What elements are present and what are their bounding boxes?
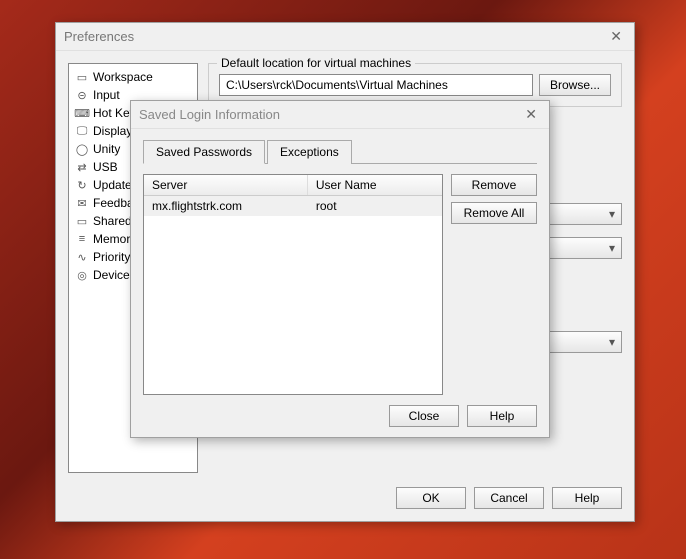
shared-icon: ▭ — [75, 214, 89, 228]
unity-icon: ◯ — [75, 142, 89, 156]
chevron-down-icon: ▾ — [609, 207, 615, 221]
saved-login-titlebar: Saved Login Information ✕ — [131, 101, 549, 129]
tab-saved-passwords[interactable]: Saved Passwords — [143, 140, 265, 164]
updates-icon: ↻ — [75, 178, 89, 192]
tree-label: Unity — [93, 142, 120, 156]
table-row[interactable]: mx.flightstrk.com root — [144, 196, 442, 216]
feedback-icon: ✉ — [75, 196, 89, 210]
tab-exceptions[interactable]: Exceptions — [267, 140, 352, 164]
dropdown[interactable]: ▾ — [542, 203, 622, 225]
dropdown[interactable]: ▾ — [542, 331, 622, 353]
close-button[interactable]: Close — [389, 405, 459, 427]
vm-location-input[interactable] — [219, 74, 533, 96]
keyboard-icon: ⌨ — [75, 106, 89, 120]
display-icon: 🖵 — [75, 124, 89, 138]
tree-label: USB — [93, 160, 118, 174]
browse-button[interactable]: Browse... — [539, 74, 611, 96]
ok-button[interactable]: OK — [396, 487, 466, 509]
help-button[interactable]: Help — [467, 405, 537, 427]
tree-label: Priority — [93, 250, 130, 264]
col-username[interactable]: User Name — [308, 175, 442, 195]
saved-login-buttons: Close Help — [143, 395, 537, 427]
tree-label: Display — [93, 124, 132, 138]
usb-icon: ⇄ — [75, 160, 89, 174]
remove-button[interactable]: Remove — [451, 174, 537, 196]
tree-item-workspace[interactable]: ▭ Workspace — [69, 68, 197, 86]
cancel-button[interactable]: Cancel — [474, 487, 544, 509]
help-button[interactable]: Help — [552, 487, 622, 509]
tree-label: Workspace — [93, 70, 153, 84]
preferences-buttons: OK Cancel Help — [68, 483, 622, 509]
priority-icon: ∿ — [75, 250, 89, 264]
devices-icon: ◎ — [75, 268, 89, 282]
input-icon: ⊝ — [75, 88, 89, 102]
tree-label: Input — [93, 88, 120, 102]
group-title: Default location for virtual machines — [217, 56, 415, 70]
saved-passwords-table: Server User Name mx.flightstrk.com root — [143, 174, 443, 395]
saved-login-window: Saved Login Information ✕ Saved Password… — [130, 100, 550, 438]
chevron-down-icon: ▾ — [609, 241, 615, 255]
memory-icon: ≡ — [75, 232, 89, 246]
close-icon[interactable]: ✕ — [521, 106, 541, 123]
tab-bar: Saved Passwords Exceptions — [143, 139, 537, 164]
cell-server: mx.flightstrk.com — [144, 196, 308, 216]
col-server[interactable]: Server — [144, 175, 308, 195]
preferences-titlebar: Preferences ✕ — [56, 23, 634, 51]
table-header: Server User Name — [144, 175, 442, 196]
close-icon[interactable]: ✕ — [606, 28, 626, 45]
workspace-icon: ▭ — [75, 70, 89, 84]
preferences-title: Preferences — [64, 29, 134, 44]
cell-user: root — [308, 196, 442, 216]
remove-all-button[interactable]: Remove All — [451, 202, 537, 224]
dropdown[interactable]: ▾ — [542, 237, 622, 259]
chevron-down-icon: ▾ — [609, 335, 615, 349]
saved-login-title: Saved Login Information — [139, 107, 280, 122]
